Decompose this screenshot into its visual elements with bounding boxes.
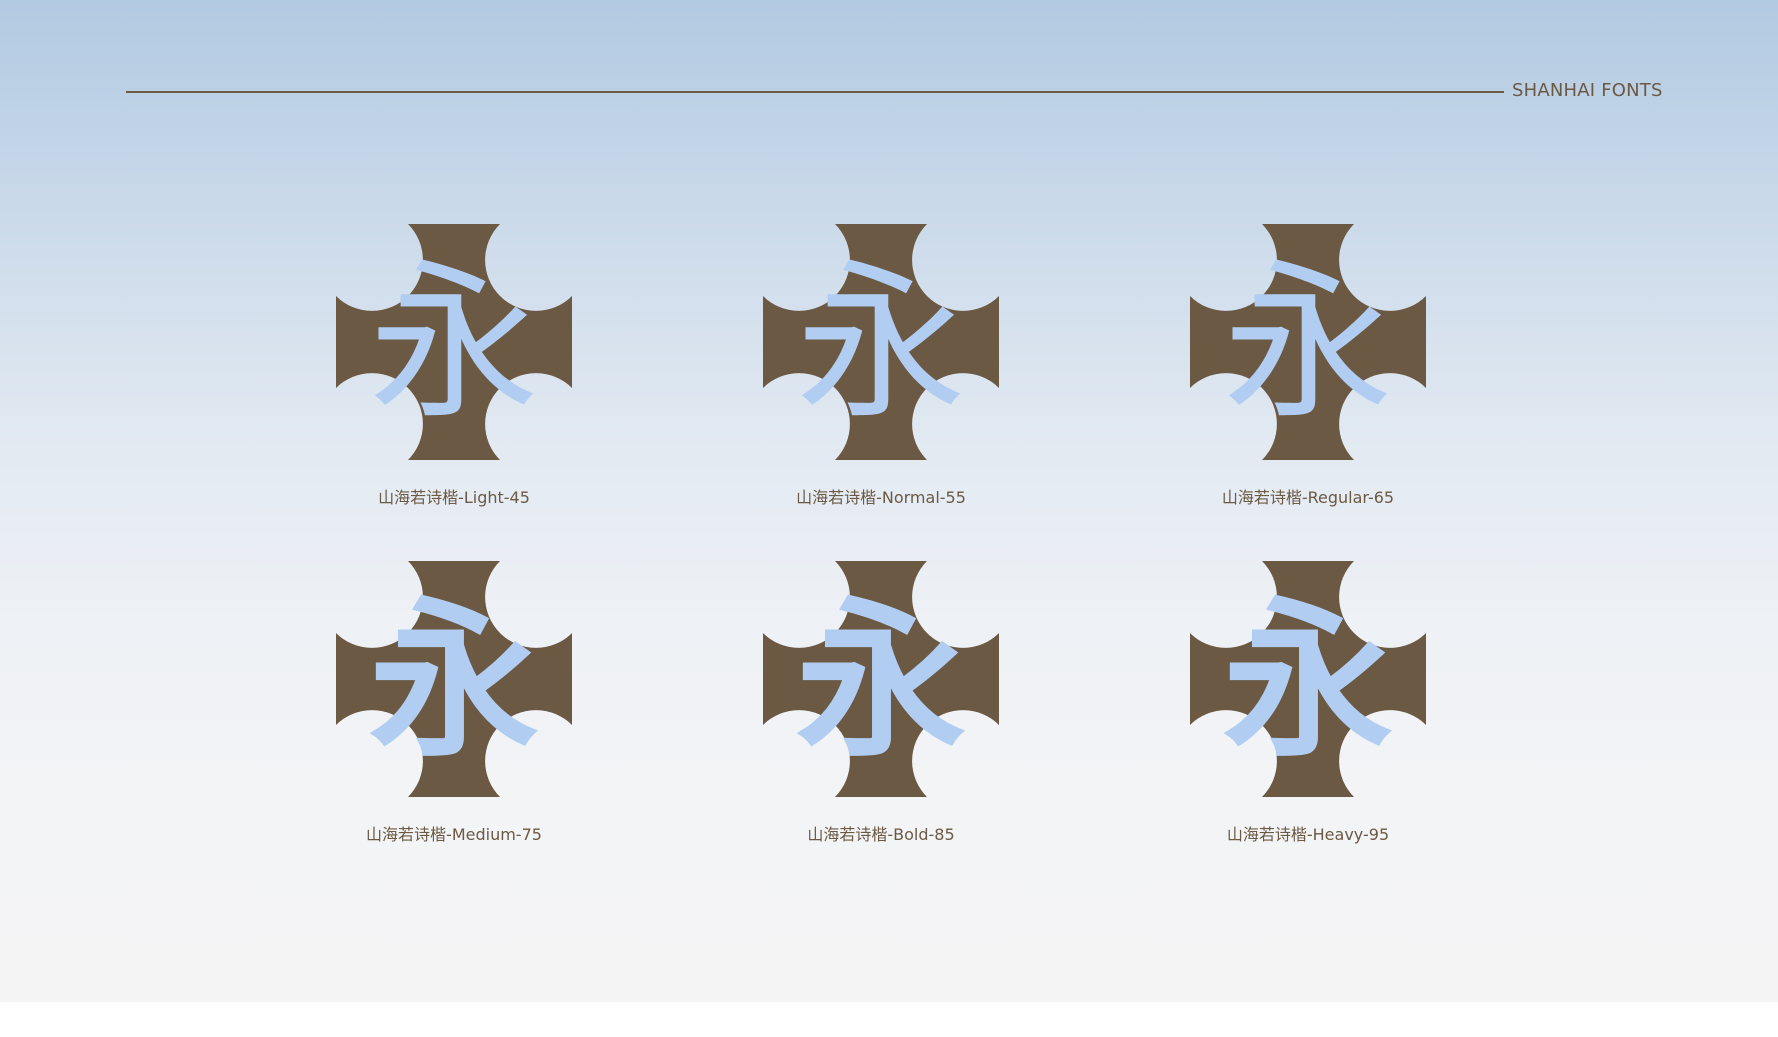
yong-glyph: 永: [795, 245, 966, 443]
yong-glyph: 永: [795, 581, 966, 781]
yong-glyph: 永: [1222, 581, 1393, 781]
font-name-label: 山海若诗楷-Regular-65: [1221, 488, 1395, 507]
yong-glyph: 永: [1222, 245, 1393, 443]
font-tile-regular: 永 山海若诗楷-Regular-65: [1190, 224, 1426, 507]
font-tile-normal: 永 山海若诗楷-Normal-55: [763, 224, 999, 507]
font-name-label: 山海若诗楷-Medium-75: [366, 825, 542, 844]
yong-glyph: 永: [368, 581, 539, 781]
header-rule: [126, 91, 1504, 93]
font-tile-medium: 永 山海若诗楷-Medium-75: [336, 561, 572, 844]
font-name-label: 山海若诗楷-Light-45: [378, 488, 530, 507]
font-name-label: 山海若诗楷-Bold-85: [807, 825, 955, 844]
font-name-label: 山海若诗楷-Heavy-95: [1226, 825, 1390, 844]
specimen-page: SHANHAI FONTS 永 山海若诗楷-Light-45 永 山海若诗楷-N…: [0, 0, 1778, 1002]
font-tile-bold: 永 山海若诗楷-Bold-85: [763, 561, 999, 844]
yong-glyph: 永: [368, 245, 539, 443]
font-name-label: 山海若诗楷-Normal-55: [796, 488, 966, 507]
font-tile-light: 永 山海若诗楷-Light-45: [336, 224, 572, 507]
brand-title: SHANHAI FONTS: [1512, 80, 1663, 101]
font-tile-heavy: 永 山海若诗楷-Heavy-95: [1190, 561, 1426, 844]
